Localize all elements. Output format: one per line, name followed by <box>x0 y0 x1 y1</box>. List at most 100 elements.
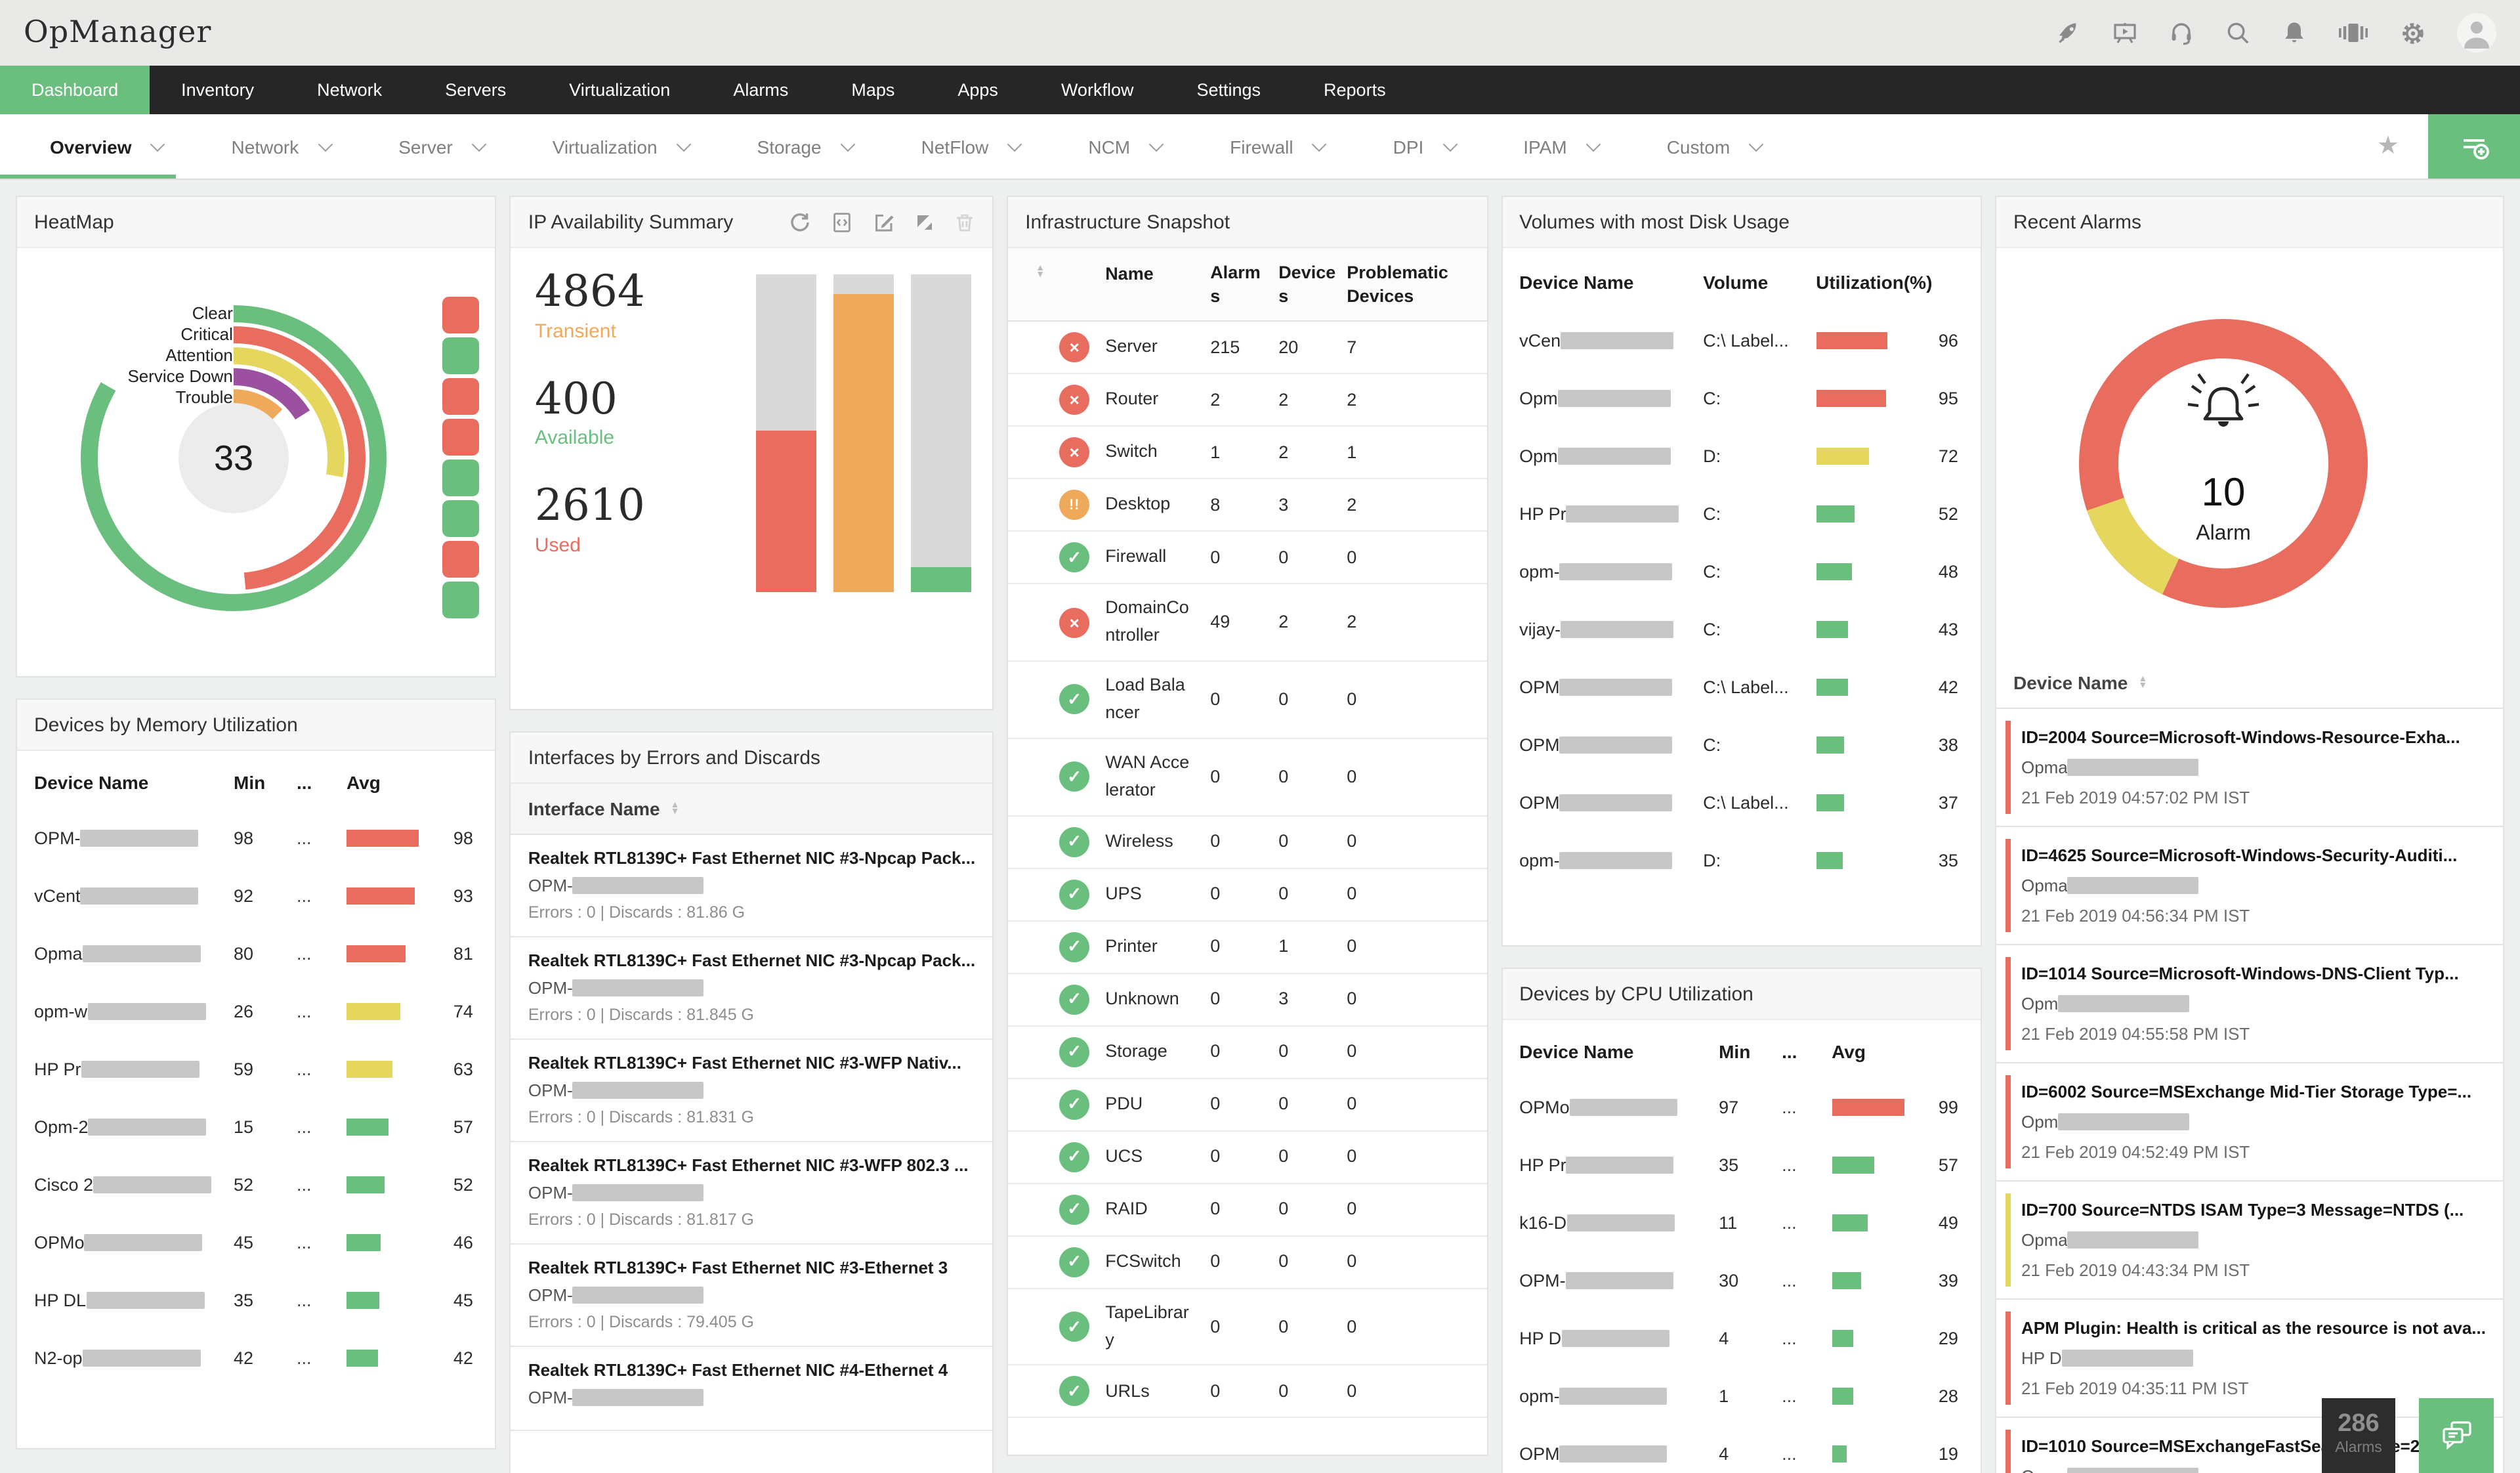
tab-ipam[interactable]: IPAM <box>1523 114 1601 179</box>
column-header-name[interactable]: Name <box>1105 261 1192 307</box>
tab-server[interactable]: Server <box>398 114 487 179</box>
interface-row[interactable]: Realtek RTL8139C+ Fast Ethernet NIC #3-W… <box>511 1142 993 1245</box>
infra-row-desktop[interactable]: !! Desktop 8 3 2 <box>1008 479 1487 532</box>
nav-item-alarms[interactable]: Alarms <box>702 66 820 114</box>
status-square[interactable] <box>442 297 480 333</box>
infra-row-unknown[interactable]: ✓ Unknown 0 3 0 <box>1008 973 1487 1027</box>
gear-icon[interactable] <box>2399 19 2427 47</box>
presentation-icon[interactable] <box>2112 20 2138 46</box>
table-row[interactable]: OPMo 97... 99 <box>1519 1078 1964 1136</box>
table-row[interactable]: OPMo 45... 46 <box>34 1213 478 1271</box>
tab-netflow[interactable]: NetFlow <box>921 114 1022 179</box>
sort-icon[interactable]: ▲ ▼ <box>1036 264 1045 280</box>
volume-row[interactable]: OPM C:\ Label... 37 <box>1519 773 1964 831</box>
status-square[interactable] <box>442 541 480 578</box>
infra-row-urls[interactable]: ✓ URLs 0 0 0 <box>1008 1366 1487 1419</box>
infra-row-raid[interactable]: ✓ RAID 0 0 0 <box>1008 1184 1487 1237</box>
nav-item-apps[interactable]: Apps <box>926 66 1030 114</box>
infra-row-wan-accelerator[interactable]: ✓ WAN Accelerator 0 0 0 <box>1008 739 1487 817</box>
alarm-count-badge[interactable]: 286 Alarms <box>2322 1398 2395 1473</box>
volume-row[interactable]: opm- D: 35 <box>1519 831 1964 889</box>
table-row[interactable]: vCent 92... 93 <box>34 866 478 924</box>
volume-row[interactable]: vCen C:\ Label... 96 <box>1519 311 1964 369</box>
volume-row[interactable]: HP Pr C: 52 <box>1519 484 1964 542</box>
table-row[interactable]: N2-op 42... 42 <box>34 1329 478 1386</box>
table-row[interactable]: HP DL 35... 45 <box>34 1271 478 1329</box>
table-row[interactable]: Opma 80... 81 <box>34 924 478 982</box>
infra-row-server[interactable]: × Server 215 20 7 <box>1008 322 1487 375</box>
infra-row-pdu[interactable]: ✓ PDU 0 0 0 <box>1008 1078 1487 1132</box>
infra-row-fcswitch[interactable]: ✓ FCSwitch 0 0 0 <box>1008 1236 1487 1289</box>
nav-item-reports[interactable]: Reports <box>1292 66 1418 114</box>
chat-support-button[interactable] <box>2419 1398 2494 1473</box>
infra-row-firewall[interactable]: ✓ Firewall 0 0 0 <box>1008 532 1487 585</box>
status-square[interactable] <box>442 582 480 618</box>
interface-row[interactable]: Realtek RTL8139C+ Fast Ethernet NIC #4-E… <box>511 1347 993 1431</box>
alarm-row[interactable]: ID=4625 Source=Microsoft-Windows-Securit… <box>1996 827 2503 945</box>
embed-icon[interactable] <box>831 211 853 233</box>
table-row[interactable]: OPM 4... 19 <box>1519 1424 1964 1473</box>
table-row[interactable]: HP Pr 59... 63 <box>34 1040 478 1098</box>
volume-row[interactable]: opm- C: 48 <box>1519 542 1964 600</box>
status-square[interactable] <box>442 378 480 415</box>
table-row[interactable]: OPM- 30... 39 <box>1519 1251 1964 1309</box>
column-header-device-name[interactable]: Device Name <box>34 772 234 793</box>
interface-row[interactable]: Realtek RTL8139C+ Fast Ethernet NIC #3-N… <box>511 835 993 937</box>
volume-row[interactable]: OPM C: 38 <box>1519 715 1964 773</box>
table-row[interactable]: HP Pr 35... 57 <box>1519 1136 1964 1193</box>
column-header-device-name[interactable]: Device Name <box>1519 1041 1719 1062</box>
infra-row-tapelibrary[interactable]: ✓ TapeLibrary 0 0 0 <box>1008 1289 1487 1366</box>
interface-row[interactable]: Realtek RTL8139C+ Fast Ethernet NIC #3-E… <box>511 1245 993 1347</box>
column-header-alarms[interactable]: Alarms <box>1210 261 1268 307</box>
table-row[interactable]: Cisco 2 52... 52 <box>34 1155 478 1213</box>
volume-row[interactable]: OPM C:\ Label... 42 <box>1519 658 1964 715</box>
delete-icon[interactable] <box>954 211 975 232</box>
tab-virtualization[interactable]: Virtualization <box>553 114 691 179</box>
infra-row-printer[interactable]: ✓ Printer 0 1 0 <box>1008 921 1487 974</box>
headset-icon[interactable] <box>2168 20 2194 46</box>
table-row[interactable]: OPM- 98... 98 <box>34 809 478 866</box>
column-header-utilization[interactable]: Utilization(%) <box>1816 272 1932 293</box>
column-header-devices[interactable]: Devices <box>1278 261 1336 307</box>
nav-item-inventory[interactable]: Inventory <box>150 66 285 114</box>
table-row[interactable]: k16-D 11... 49 <box>1519 1193 1964 1251</box>
column-header-device-name[interactable]: Device Name ▲ ▼ <box>1996 658 2503 709</box>
bell-icon[interactable] <box>2281 20 2307 46</box>
edit-icon[interactable] <box>873 211 895 233</box>
nav-item-workflow[interactable]: Workflow <box>1030 66 1166 114</box>
infra-row-router[interactable]: × Router 2 2 2 <box>1008 374 1487 427</box>
dashboard-list-add-button[interactable] <box>2428 114 2520 179</box>
favorite-star-icon[interactable]: ★ <box>2377 131 2399 161</box>
volume-row[interactable]: vijay- C: 43 <box>1519 600 1964 658</box>
infra-row-wireless[interactable]: ✓ Wireless 0 0 0 <box>1008 816 1487 869</box>
infra-row-storage[interactable]: ✓ Storage 0 0 0 <box>1008 1026 1487 1079</box>
column-header-avg[interactable]: Avg <box>346 772 381 793</box>
status-square[interactable] <box>442 337 480 374</box>
infra-row-ucs[interactable]: ✓ UCS 0 0 0 <box>1008 1131 1487 1184</box>
alarm-row[interactable]: ID=700 Source=NTDS ISAM Type=3 Message=N… <box>1996 1182 2503 1300</box>
nav-item-settings[interactable]: Settings <box>1165 66 1292 114</box>
tab-custom[interactable]: Custom <box>1667 114 1764 179</box>
rocket-icon[interactable] <box>2055 20 2082 46</box>
refresh-icon[interactable] <box>789 211 811 233</box>
tab-dpi[interactable]: DPI <box>1393 114 1458 179</box>
user-avatar[interactable] <box>2457 13 2496 53</box>
nav-item-network[interactable]: Network <box>285 66 413 114</box>
alarm-row[interactable]: ID=1014 Source=Microsoft-Windows-DNS-Cli… <box>1996 945 2503 1063</box>
volume-row[interactable]: Opm C: 95 <box>1519 369 1964 427</box>
tab-ncm[interactable]: NCM <box>1088 114 1164 179</box>
search-icon[interactable] <box>2225 20 2251 46</box>
tab-overview[interactable]: Overview <box>0 114 177 179</box>
column-header-min[interactable]: Min <box>234 772 297 793</box>
column-header-avg[interactable]: Avg <box>1832 1041 1866 1062</box>
alarm-row[interactable]: ID=6002 Source=MSExchange Mid-Tier Stora… <box>1996 1063 2503 1182</box>
status-square[interactable] <box>442 419 480 456</box>
table-row[interactable]: Opm-2 15... 57 <box>34 1098 478 1155</box>
column-header-min[interactable]: Min <box>1719 1041 1782 1062</box>
app-switcher-icon[interactable] <box>2338 20 2369 46</box>
tab-network[interactable]: Network <box>232 114 333 179</box>
table-row[interactable]: opm-w 26... 74 <box>34 982 478 1040</box>
nav-item-dashboard[interactable]: Dashboard <box>0 66 150 114</box>
infra-row-load-balancer[interactable]: ✓ Load Balancer 0 0 0 <box>1008 662 1487 739</box>
tab-firewall[interactable]: Firewall <box>1230 114 1327 179</box>
